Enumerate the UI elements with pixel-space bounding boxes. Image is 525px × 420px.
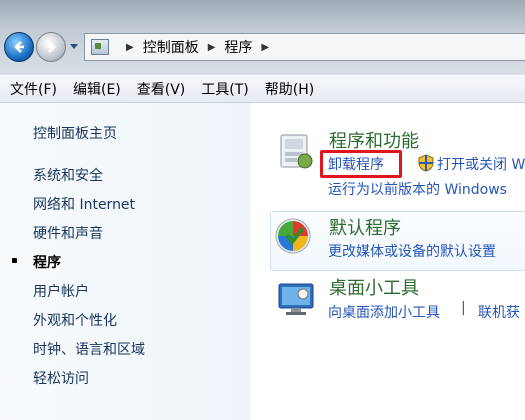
sidebar-item-user-accounts[interactable]: 用户帐户	[33, 281, 89, 301]
sidebar-item-system-security[interactable]: 系统和安全	[33, 165, 103, 185]
menu-edit[interactable]: 编辑(E)	[73, 79, 121, 99]
menu-file[interactable]: 文件(F)	[10, 79, 57, 99]
menu-bar: 文件(F) 编辑(E) 查看(V) 工具(T) 帮助(H)	[0, 75, 525, 103]
category-title-default-programs[interactable]: 默认程序	[329, 214, 401, 240]
address-bar[interactable]: ▶ 控制面板 ▶ 程序 ▶	[84, 33, 525, 61]
sidebar-item-clock-language[interactable]: 时钟、语言和区域	[33, 339, 145, 359]
menu-tools[interactable]: 工具(T)	[201, 79, 248, 99]
left-navigation-pane: 控制面板主页 系统和安全 网络和 Internet 硬件和声音 程序 用户帐户 …	[0, 103, 250, 420]
menu-view[interactable]: 查看(V)	[137, 79, 186, 99]
forward-button[interactable]	[36, 32, 66, 62]
chevron-right-icon[interactable]: ▶	[261, 42, 269, 53]
recent-pages-dropdown-icon[interactable]	[70, 44, 78, 49]
active-item-bullet-icon	[12, 258, 17, 263]
shield-icon	[418, 154, 434, 172]
category-title-desktop-gadgets[interactable]: 桌面小工具	[329, 274, 419, 300]
back-button[interactable]	[4, 32, 34, 62]
turn-windows-features-link[interactable]: 打开或关闭 W	[437, 154, 525, 174]
breadcrumb-control-panel[interactable]: 控制面板	[143, 37, 199, 57]
add-gadgets-link[interactable]: 向桌面添加小工具	[328, 302, 440, 322]
breadcrumb-programs[interactable]: 程序	[224, 37, 252, 57]
window-top-bar: ▶ 控制面板 ▶ 程序 ▶	[0, 0, 525, 75]
get-more-gadgets-link[interactable]: 联机获	[478, 302, 520, 322]
chevron-right-icon[interactable]: ▶	[208, 42, 216, 53]
sidebar-item-ease-of-access[interactable]: 轻松访问	[33, 368, 89, 388]
run-older-programs-link[interactable]: 运行为以前版本的 Windows	[328, 179, 507, 199]
menu-help[interactable]: 帮助(H)	[265, 79, 314, 99]
sidebar-item-programs[interactable]: 程序	[33, 252, 61, 272]
sidebar-item-home[interactable]: 控制面板主页	[33, 123, 117, 143]
highlight-box	[320, 150, 402, 178]
link-separator: |	[461, 300, 466, 316]
back-arrow-icon	[14, 41, 24, 53]
sidebar-item-network[interactable]: 网络和 Internet	[33, 194, 135, 214]
chevron-right-icon[interactable]: ▶	[126, 42, 134, 53]
control-panel-icon	[91, 39, 109, 55]
desktop-gadgets-icon[interactable]	[276, 278, 316, 318]
default-programs-icon[interactable]	[273, 216, 313, 256]
forward-arrow-icon	[46, 41, 56, 53]
sidebar-item-appearance[interactable]: 外观和个性化	[33, 310, 117, 330]
sidebar-item-hardware-sound[interactable]: 硬件和声音	[33, 223, 103, 243]
programs-features-icon[interactable]	[275, 131, 315, 171]
change-media-defaults-link[interactable]: 更改媒体或设备的默认设置	[328, 241, 496, 261]
